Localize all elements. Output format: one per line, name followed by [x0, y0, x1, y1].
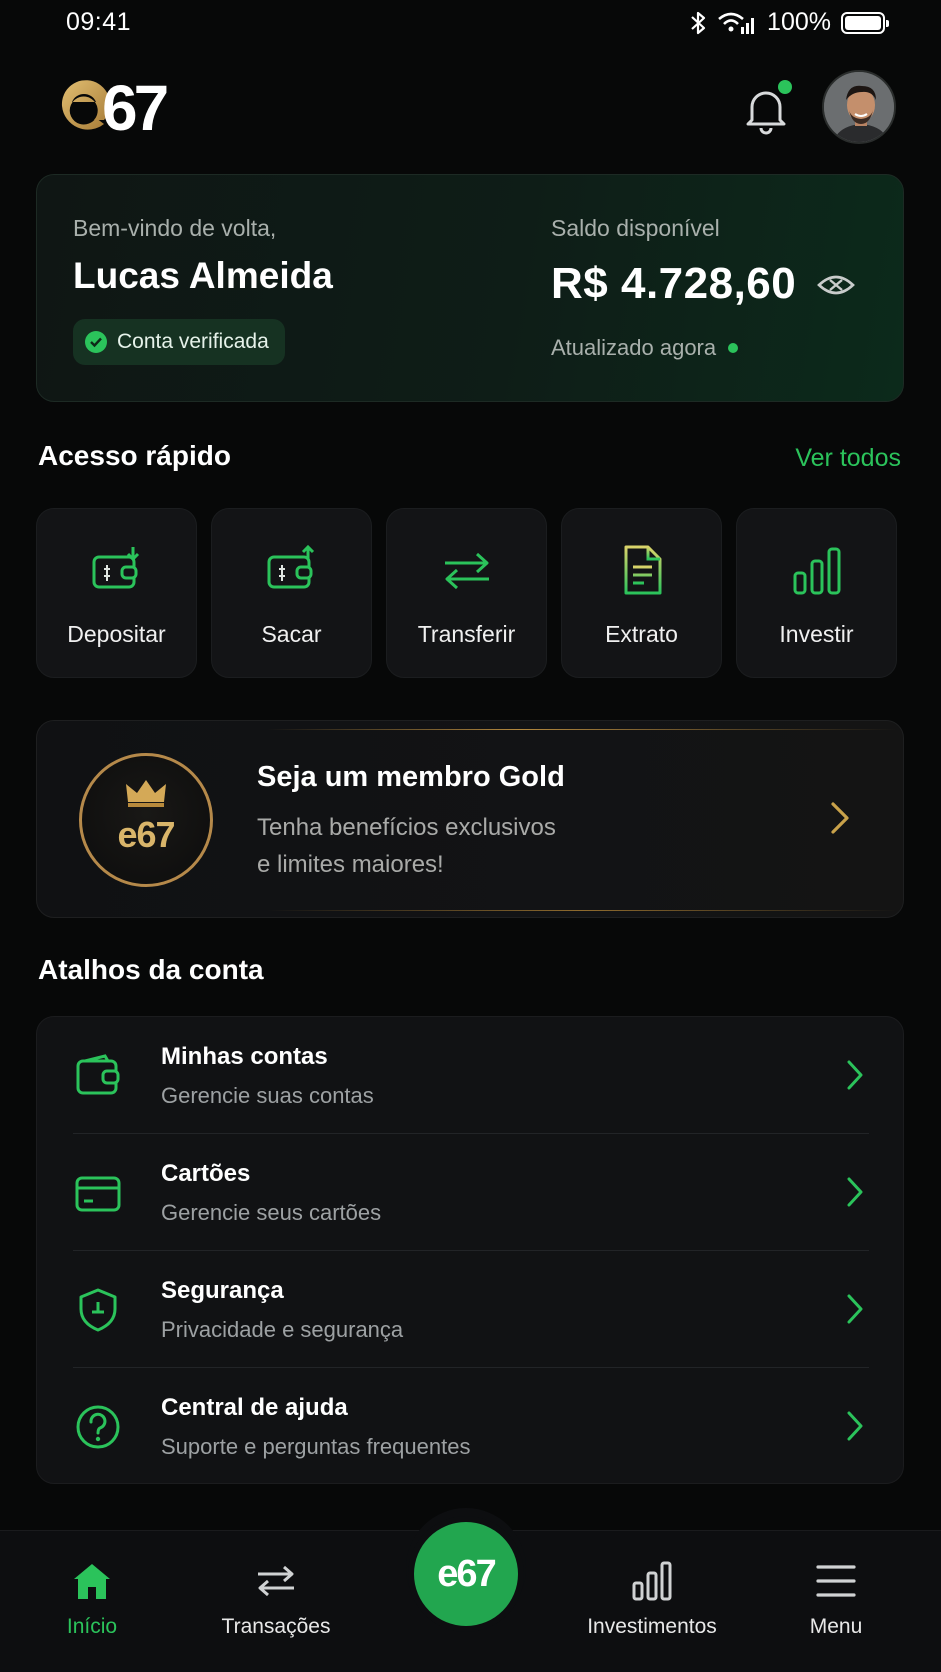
chevron-right-icon	[847, 1411, 863, 1441]
card-icon	[75, 1176, 121, 1212]
gold-accent-line	[267, 729, 897, 730]
shortcut-title: Minhas contas	[161, 1043, 328, 1070]
see-all-link[interactable]: Ver todos	[795, 444, 901, 473]
statement-icon	[624, 545, 661, 595]
tile-invest[interactable]: Investir	[736, 508, 897, 678]
app-logo: 67	[61, 72, 171, 140]
tile-label: Extrato	[605, 621, 678, 647]
wallet-icon	[76, 1054, 120, 1095]
live-dot	[728, 343, 739, 353]
verified-label: Conta verificada	[117, 330, 269, 353]
nav-home[interactable]: Início	[12, 1559, 172, 1639]
shortcut-subtitle: Suporte e perguntas frequentes	[161, 1434, 471, 1459]
transfer-icon	[444, 552, 489, 590]
eye-toggle-icon[interactable]	[817, 273, 855, 297]
check-circle-icon	[85, 331, 107, 353]
nav-center-button[interactable]: e67	[414, 1522, 518, 1626]
shield-icon	[79, 1288, 117, 1332]
shortcut-list: Minhas contas Gerencie suas contas Cartõ…	[36, 1016, 904, 1484]
tile-label: Investir	[779, 621, 854, 647]
shortcut-my-accounts[interactable]: Minhas contas Gerencie suas contas	[37, 1017, 905, 1134]
wifi-signal-icon	[718, 12, 755, 34]
deposit-icon	[92, 547, 139, 589]
welcome-balance-card: Bem-vindo de volta, Lucas Almeida Conta …	[36, 174, 904, 402]
investments-icon	[632, 1561, 672, 1601]
nav-transactions[interactable]: Transações	[196, 1559, 356, 1639]
nav-label: Início	[66, 1615, 118, 1638]
shortcut-subtitle: Gerencie seus cartões	[161, 1200, 382, 1225]
updated-label: Atualizado agora	[551, 335, 717, 360]
withdraw-icon	[267, 544, 314, 589]
status-icons: 100%	[689, 8, 889, 37]
balance-amount: R$ 4.728,60	[551, 259, 797, 308]
shortcut-security[interactable]: Segurança Privacidade e segurança	[37, 1251, 905, 1368]
nav-menu[interactable]: Menu	[756, 1559, 916, 1639]
tile-deposit[interactable]: Depositar	[36, 508, 197, 678]
help-icon	[76, 1405, 120, 1449]
tile-transfer[interactable]: Transferir	[386, 508, 547, 678]
gold-badge: e67	[79, 753, 213, 887]
welcome-greeting: Bem-vindo de volta,	[73, 215, 277, 241]
tile-label: Depositar	[67, 621, 166, 647]
verified-badge: Conta verificada	[73, 319, 285, 365]
invest-icon	[793, 547, 840, 595]
quick-access-title: Acesso rápido	[38, 440, 231, 471]
nav-label: Transações	[221, 1615, 331, 1638]
nav-center-logo: e67	[437, 1552, 496, 1595]
shortcut-help-center[interactable]: Central de ajuda Suporte e perguntas fre…	[37, 1368, 905, 1485]
balance-updated: Atualizado agora	[551, 335, 739, 361]
chevron-right-icon	[831, 802, 849, 834]
gold-accent-line	[267, 910, 897, 911]
shortcut-subtitle: Gerencie suas contas	[161, 1083, 374, 1108]
chevron-right-icon	[847, 1294, 863, 1324]
nav-label: Menu	[809, 1615, 863, 1638]
gold-title: Seja um membro Gold	[257, 761, 565, 793]
nav-investments[interactable]: Investimentos	[572, 1559, 732, 1639]
crown-icon	[126, 780, 166, 807]
tile-label: Transferir	[417, 621, 516, 647]
shortcut-title: Cartões	[161, 1160, 251, 1187]
menu-icon	[816, 1565, 856, 1597]
shortcut-cards[interactable]: Cartões Gerencie seus cartões	[37, 1134, 905, 1251]
gold-badge-text: e67	[117, 814, 175, 855]
shortcut-title: Central de ajuda	[161, 1394, 348, 1421]
chevron-right-icon	[847, 1177, 863, 1207]
home-icon	[74, 1564, 110, 1599]
user-name: Lucas Almeida	[73, 255, 333, 296]
battery-icon	[841, 11, 889, 34]
status-time: 09:41	[66, 8, 132, 36]
shortcut-subtitle: Privacidade e segurança	[161, 1317, 404, 1342]
gold-subtitle-line2: e limites maiores!	[257, 851, 444, 878]
gold-subtitle-line1: Tenha benefícios exclusivos	[257, 814, 556, 841]
gold-membership-banner[interactable]: e67 Seja um membro Gold Tenha benefícios…	[36, 720, 904, 918]
chevron-right-icon	[847, 1060, 863, 1090]
gold-subtitle: Tenha benefícios exclusivos e limites ma…	[257, 809, 556, 883]
svg-text:67: 67	[102, 72, 167, 140]
transactions-icon	[258, 1565, 294, 1597]
avatar[interactable]	[822, 70, 896, 144]
balance-label: Saldo disponível	[551, 215, 720, 241]
shortcut-title: Segurança	[161, 1277, 284, 1304]
tile-withdraw[interactable]: Sacar	[211, 508, 372, 678]
battery-percent: 100%	[767, 8, 831, 36]
quick-access-tiles: Depositar Sacar Transferir Extrato Inves…	[36, 508, 897, 678]
notification-dot	[778, 80, 792, 94]
tile-statement[interactable]: Extrato	[561, 508, 722, 678]
bluetooth-icon	[691, 11, 706, 34]
tile-label: Sacar	[261, 621, 322, 647]
nav-label: Investimentos	[587, 1615, 717, 1638]
shortcuts-title: Atalhos da conta	[38, 954, 264, 985]
